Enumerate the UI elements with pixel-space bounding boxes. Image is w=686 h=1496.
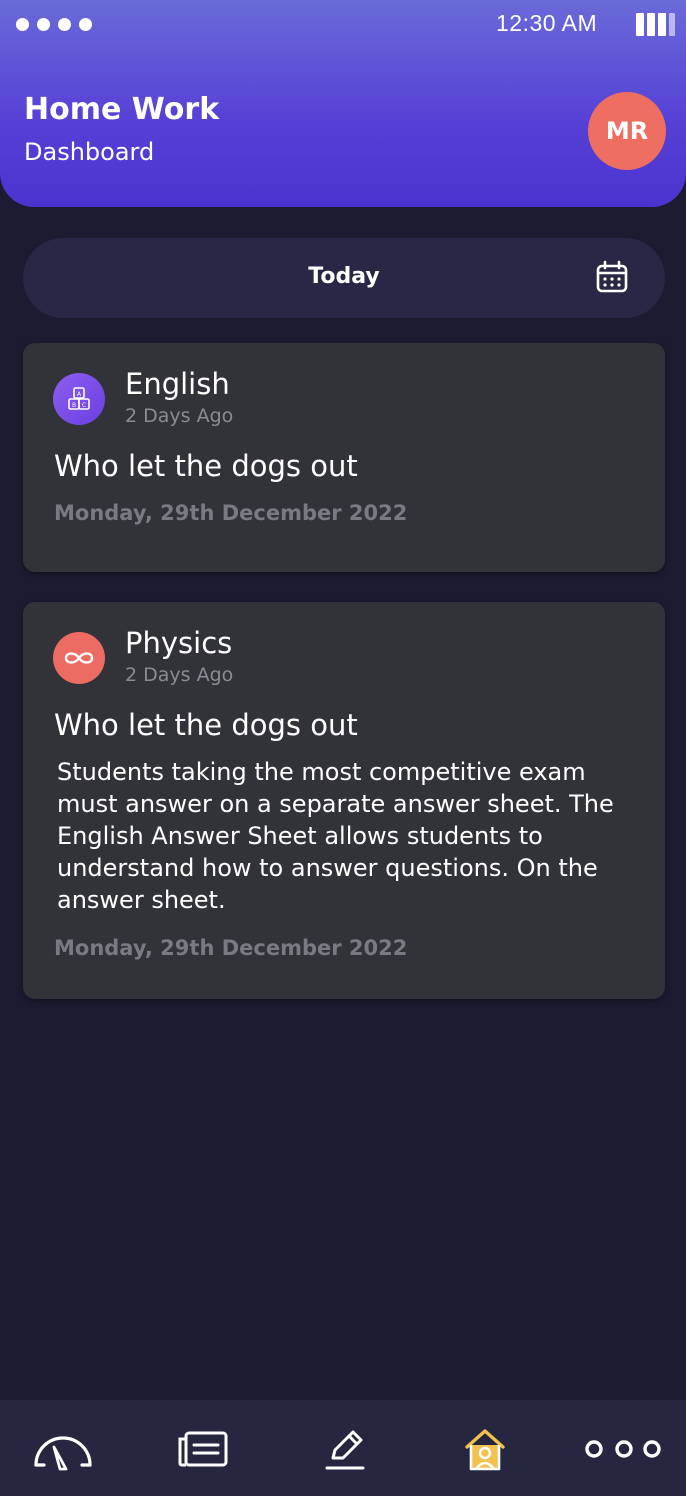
subject-name: Physics: [125, 626, 233, 660]
homework-title: Who let the dogs out: [54, 708, 358, 742]
more-icon[interactable]: [584, 1424, 664, 1474]
svg-text:A: A: [77, 391, 82, 398]
signal-dots-icon: [16, 18, 92, 31]
status-time: 12:30 AM: [496, 10, 598, 36]
avatar[interactable]: MR: [588, 92, 666, 170]
calendar-icon[interactable]: [595, 260, 629, 294]
date-filter-bar[interactable]: Today: [23, 238, 665, 318]
header: 12:30 AM Home Work Dashboard MR: [0, 0, 686, 207]
subject-name: English: [125, 367, 230, 401]
svg-text:B: B: [72, 402, 76, 409]
page-title: Home Work: [24, 92, 220, 127]
edit-icon[interactable]: [312, 1424, 378, 1474]
svg-text:C: C: [82, 402, 86, 409]
page-subtitle: Dashboard: [24, 138, 155, 166]
list-icon[interactable]: [170, 1424, 236, 1474]
homework-description: Students taking the most competitive exa…: [57, 758, 614, 914]
homework-dashboard-screen: 12:30 AM Home Work Dashboard MR Today A …: [0, 0, 686, 1496]
homework-card[interactable]: Physics 2 Days Ago Who let the dogs out …: [23, 602, 665, 999]
infinity-icon: [53, 632, 105, 684]
homework-date: Monday, 29th December 2022: [54, 501, 408, 525]
bottom-nav: [0, 1400, 686, 1496]
date-filter-label: Today: [308, 264, 380, 289]
home-icon[interactable]: [452, 1424, 518, 1474]
homework-card[interactable]: A B C English 2 Days Ago Who let the dog…: [23, 343, 665, 572]
dashboard-icon[interactable]: [30, 1424, 96, 1474]
homework-title: Who let the dogs out: [54, 449, 358, 483]
battery-icon: [636, 13, 675, 36]
posted-ago: 2 Days Ago: [125, 664, 234, 686]
abc-blocks-icon: A B C: [53, 373, 105, 425]
homework-date: Monday, 29th December 2022: [54, 936, 408, 960]
posted-ago: 2 Days Ago: [125, 405, 234, 427]
